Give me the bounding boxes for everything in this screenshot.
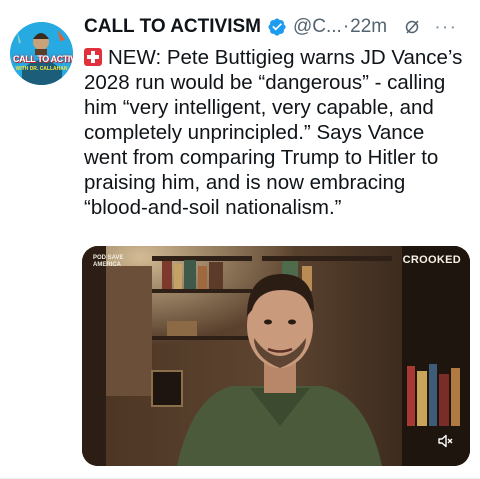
network-logo: CROOKED	[402, 254, 461, 266]
speaker-muted-icon[interactable]	[437, 433, 453, 449]
tweet-text-line-3: him “very intelligent, very capable, and	[84, 96, 434, 119]
tweet-text-line-4: completely unprincipled.” Says Vance	[84, 121, 425, 144]
video-frame	[82, 246, 470, 466]
verified-badge-icon	[267, 17, 287, 37]
tweet-text: NEW: Pete Buttigieg warns JD Vance’s 202…	[84, 45, 478, 220]
grok-icon[interactable]	[404, 19, 420, 35]
timestamp[interactable]: 22m	[350, 16, 387, 38]
tweet-text-line-5: went from comparing Trump to Hitler to	[84, 146, 439, 169]
tweet-header: CALL TO ACTIVISM @C... · 22m ···	[84, 14, 474, 40]
tweet-text-line-7: “blood-and-soil nationalism.”	[84, 196, 342, 219]
more-options-button[interactable]: ···	[434, 16, 457, 39]
avatar-title: CALL TO ACTIVISM	[13, 54, 73, 64]
tweet-text-line-6: praising him, and is now embracing	[84, 171, 406, 194]
tweet[interactable]: CALL TO ACTIVISM WITH DR. CALLAHAN CALL …	[0, 0, 480, 479]
separator-dot: ·	[342, 16, 350, 37]
tweet-text-line-2: 2028 run would be “dangerous” - calling	[84, 71, 446, 94]
podcast-logo-line-2: AMERICA	[93, 262, 121, 268]
avatar[interactable]: CALL TO ACTIVISM WITH DR. CALLAHAN	[10, 22, 73, 85]
video-player[interactable]: POD SAVE AMERICA CROOKED	[82, 246, 470, 466]
podcast-logo-line-1: POD SAVE	[93, 255, 124, 261]
avatar-subtitle: WITH DR. CALLAHAN	[15, 66, 68, 72]
podcast-logo: POD SAVE AMERICA	[93, 255, 124, 269]
tweet-text-line-1: NEW: Pete Buttigieg warns JD Vance’s	[84, 45, 478, 70]
author-name[interactable]: CALL TO ACTIVISM	[84, 16, 261, 38]
tweet-text-line-1-text: NEW: Pete Buttigieg warns JD Vance’s	[108, 46, 463, 69]
author-handle[interactable]: @C...	[293, 16, 342, 38]
rotating-light-icon	[84, 48, 102, 66]
